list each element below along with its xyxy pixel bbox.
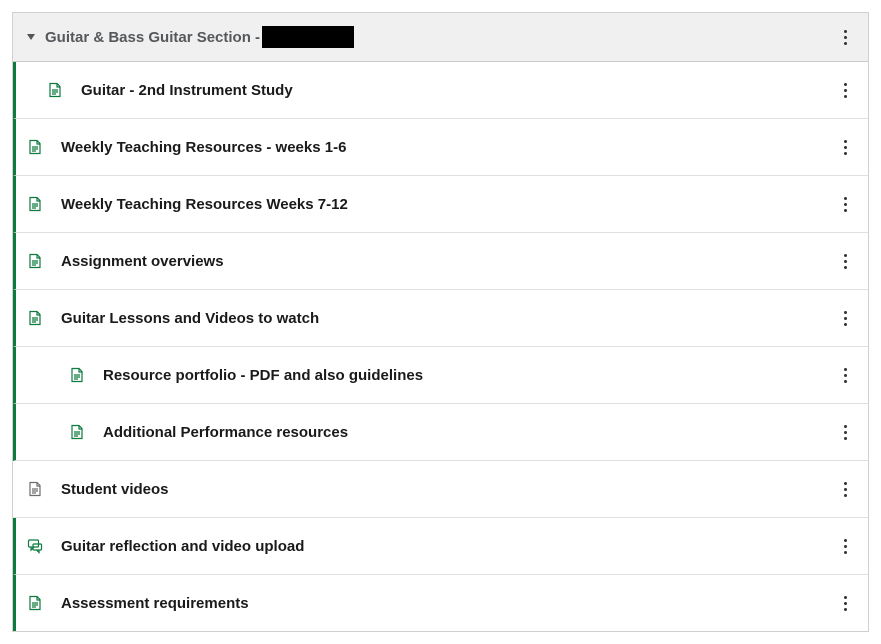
page-icon [69,367,85,383]
section-title-wrap: Guitar & Bass Guitar Section - [45,26,836,48]
section-title: Guitar & Bass Guitar Section - [45,29,260,46]
item-label: Assessment requirements [61,595,836,612]
item-kebab-menu[interactable] [836,477,854,501]
item-label: Weekly Teaching Resources - weeks 1-6 [61,139,836,156]
list-item[interactable]: Guitar Lessons and Videos to watch [13,290,868,347]
item-kebab-menu[interactable] [836,306,854,330]
disclosure-triangle-icon [27,34,35,40]
item-kebab-menu[interactable] [836,420,854,444]
list-item[interactable]: Assessment requirements [13,575,868,631]
page-icon [27,481,43,497]
section-kebab-menu[interactable] [836,25,854,49]
item-label: Guitar reflection and video upload [61,538,836,555]
item-kebab-menu[interactable] [836,534,854,558]
section-item-list: Guitar - 2nd Instrument Study Weekly Tea… [13,62,868,631]
page-icon [27,196,43,212]
list-item[interactable]: Weekly Teaching Resources Weeks 7-12 [13,176,868,233]
list-item[interactable]: Student videos [13,461,868,518]
page-icon [69,424,85,440]
page-icon [47,82,63,98]
redacted-block [262,26,354,48]
item-kebab-menu[interactable] [836,78,854,102]
item-label: Weekly Teaching Resources Weeks 7-12 [61,196,836,213]
item-label: Assignment overviews [61,253,836,270]
item-label: Student videos [61,481,836,498]
section-header[interactable]: Guitar & Bass Guitar Section - [13,13,868,62]
item-label: Additional Performance resources [103,424,836,441]
item-kebab-menu[interactable] [836,363,854,387]
list-item[interactable]: Resource portfolio - PDF and also guidel… [13,347,868,404]
list-item[interactable]: Guitar - 2nd Instrument Study [13,62,868,119]
page-icon [27,253,43,269]
list-item[interactable]: Guitar reflection and video upload [13,518,868,575]
page-icon [27,310,43,326]
page-icon [27,139,43,155]
section-container: Guitar & Bass Guitar Section - Guitar - … [12,12,869,632]
list-item[interactable]: Assignment overviews [13,233,868,290]
item-label: Guitar - 2nd Instrument Study [81,82,836,99]
item-label: Resource portfolio - PDF and also guidel… [103,367,836,384]
item-label: Guitar Lessons and Videos to watch [61,310,836,327]
list-item[interactable]: Additional Performance resources [13,404,868,461]
discussion-icon [27,538,43,554]
page-icon [27,595,43,611]
item-kebab-menu[interactable] [836,249,854,273]
item-kebab-menu[interactable] [836,591,854,615]
item-kebab-menu[interactable] [836,192,854,216]
item-kebab-menu[interactable] [836,135,854,159]
list-item[interactable]: Weekly Teaching Resources - weeks 1-6 [13,119,868,176]
